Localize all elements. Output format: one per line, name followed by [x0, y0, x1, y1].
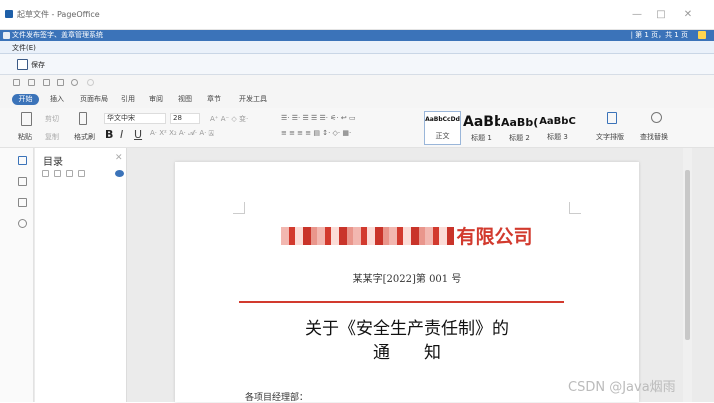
- app-icon: [5, 10, 13, 18]
- search-icon[interactable]: [18, 219, 27, 228]
- outline-icon[interactable]: [18, 156, 27, 165]
- collapse-icon[interactable]: [54, 170, 61, 177]
- style-heading-1[interactable]: AaBb 标题 1: [463, 114, 500, 143]
- search-icon[interactable]: [651, 112, 662, 123]
- company-suffix: 有限公司: [456, 226, 533, 248]
- tab-insert[interactable]: 插入: [50, 94, 64, 105]
- add-icon[interactable]: [66, 170, 73, 177]
- redo-icon[interactable]: [87, 79, 94, 86]
- text-layout-button[interactable]: 文字排版: [596, 132, 624, 142]
- style-label: 标题 3: [547, 133, 568, 141]
- ribbon-tabs: 开始 插入 页面布局 引用 审阅 视图 章节 开发工具: [0, 91, 714, 108]
- style-sample: AaBb: [463, 114, 500, 130]
- align-icons[interactable]: ≡ ≡ ≡ ≡ ▤ ↕· ◇· ▦·: [281, 129, 351, 137]
- cut-button[interactable]: 剪切: [45, 114, 59, 124]
- style-heading-2[interactable]: AaBb( 标题 2: [501, 114, 538, 143]
- text-layout-icon[interactable]: [607, 112, 617, 124]
- margin-mark: [569, 202, 581, 214]
- style-normal[interactable]: AaBbCcDd 正文: [424, 111, 461, 145]
- format-painter-button[interactable]: 格式刷: [74, 132, 95, 142]
- save-icon: [17, 59, 28, 70]
- find-replace-button[interactable]: 查找替换: [640, 132, 668, 142]
- left-nav-bar: [0, 148, 34, 402]
- watermark: CSDN @Java烟雨: [568, 380, 676, 395]
- paste-button[interactable]: 粘贴: [18, 132, 32, 142]
- tab-page-layout[interactable]: 页面布局: [80, 94, 108, 105]
- format-painter-icon[interactable]: [79, 112, 87, 125]
- page-info: | 第 1 页，共 1 页: [630, 31, 688, 39]
- system-title: 文件发布签字、盖章管理系统: [12, 31, 103, 39]
- document-icon: [3, 32, 10, 39]
- copy-button[interactable]: 复制: [45, 132, 59, 142]
- ribbon: 粘贴 剪切 复制 格式刷 华文中宋 28 B I U A· X² X₂ A· 𝓐…: [0, 108, 714, 148]
- italic-button[interactable]: I: [120, 128, 123, 141]
- margin-mark: [233, 202, 245, 214]
- document-heading: 关于《安全生产责任制》的 通 知: [175, 317, 639, 365]
- save-button[interactable]: 保存: [17, 58, 45, 72]
- style-label: 正文: [435, 132, 450, 140]
- red-divider: [239, 301, 564, 303]
- minimize-button[interactable]: —: [629, 8, 645, 22]
- tab-developer[interactable]: 开发工具: [239, 94, 267, 105]
- save-label: 保存: [31, 61, 45, 69]
- tab-home[interactable]: 开始: [12, 94, 39, 105]
- outline-close-button[interactable]: ✕: [115, 153, 123, 163]
- style-sample: AaBb(: [501, 116, 538, 129]
- heading-line-1: 关于《安全生产责任制》的: [305, 319, 509, 339]
- style-heading-3[interactable]: AaBbC 标题 3: [539, 114, 576, 142]
- bookmark-icon[interactable]: [18, 198, 27, 207]
- heading-line-2: 通 知: [373, 343, 441, 363]
- chapter-icon[interactable]: [18, 177, 27, 186]
- underline-button[interactable]: U: [134, 128, 142, 141]
- style-sample: AaBbCcDd: [425, 116, 460, 123]
- window-title: 起草文件 - PageOffice: [17, 10, 100, 19]
- pageoffice-logo-icon: [698, 31, 706, 39]
- eye-icon[interactable]: [115, 170, 124, 177]
- document-number: 某某字[2022]第 001 号: [352, 274, 462, 285]
- font-name-select[interactable]: 华文中宋: [104, 113, 166, 124]
- undo-icon[interactable]: [71, 79, 78, 86]
- addressee: 各项目经理部：: [245, 393, 309, 403]
- style-label: 标题 1: [471, 134, 492, 142]
- outline-panel: 目录 ✕: [35, 148, 127, 402]
- custom-toolbar: 保存: [0, 54, 714, 75]
- tab-view[interactable]: 视图: [178, 94, 192, 105]
- tab-references[interactable]: 引用: [121, 94, 135, 105]
- close-button[interactable]: ✕: [680, 8, 696, 22]
- paste-icon[interactable]: [21, 112, 32, 126]
- list-icons[interactable]: ☰· ☰· ☰ ☰ ☰· ⚟· ↩ ▭: [281, 114, 356, 122]
- window-titlebar: 起草文件 - PageOffice — □ ✕: [0, 0, 714, 30]
- expand-icon[interactable]: [42, 170, 49, 177]
- menu-bar: 文件(E): [0, 41, 714, 54]
- tab-section[interactable]: 章节: [207, 94, 221, 105]
- menu-file[interactable]: 文件(E): [12, 43, 36, 53]
- font-effects-icons[interactable]: A· X² X₂ A· 𝓐· A· 🄰: [150, 129, 214, 138]
- style-sample: AaBbC: [539, 116, 576, 127]
- font-size-select[interactable]: 28: [170, 113, 200, 124]
- save-icon[interactable]: [43, 79, 50, 86]
- scrollbar-thumb[interactable]: [685, 170, 690, 340]
- company-name: 有限公司: [175, 222, 639, 249]
- new-icon[interactable]: [13, 79, 20, 86]
- style-label: 标题 2: [509, 134, 530, 142]
- blurred-company-name: [281, 227, 455, 245]
- quick-access-toolbar: [0, 75, 714, 91]
- open-icon[interactable]: [28, 79, 35, 86]
- document-page[interactable]: 有限公司 某某字[2022]第 001 号 关于《安全生产责任制》的 通 知 各…: [175, 162, 639, 403]
- system-header: 文件发布签字、盖章管理系统 | 第 1 页，共 1 页: [0, 30, 714, 41]
- remove-icon[interactable]: [78, 170, 85, 177]
- bold-button[interactable]: B: [105, 128, 113, 141]
- print-icon[interactable]: [57, 79, 64, 86]
- maximize-button[interactable]: □: [653, 8, 669, 22]
- outline-title: 目录: [43, 157, 63, 168]
- font-grow-shrink-icons[interactable]: A⁺ A⁻ ◇ 变·: [210, 114, 248, 124]
- tab-review[interactable]: 审阅: [149, 94, 163, 105]
